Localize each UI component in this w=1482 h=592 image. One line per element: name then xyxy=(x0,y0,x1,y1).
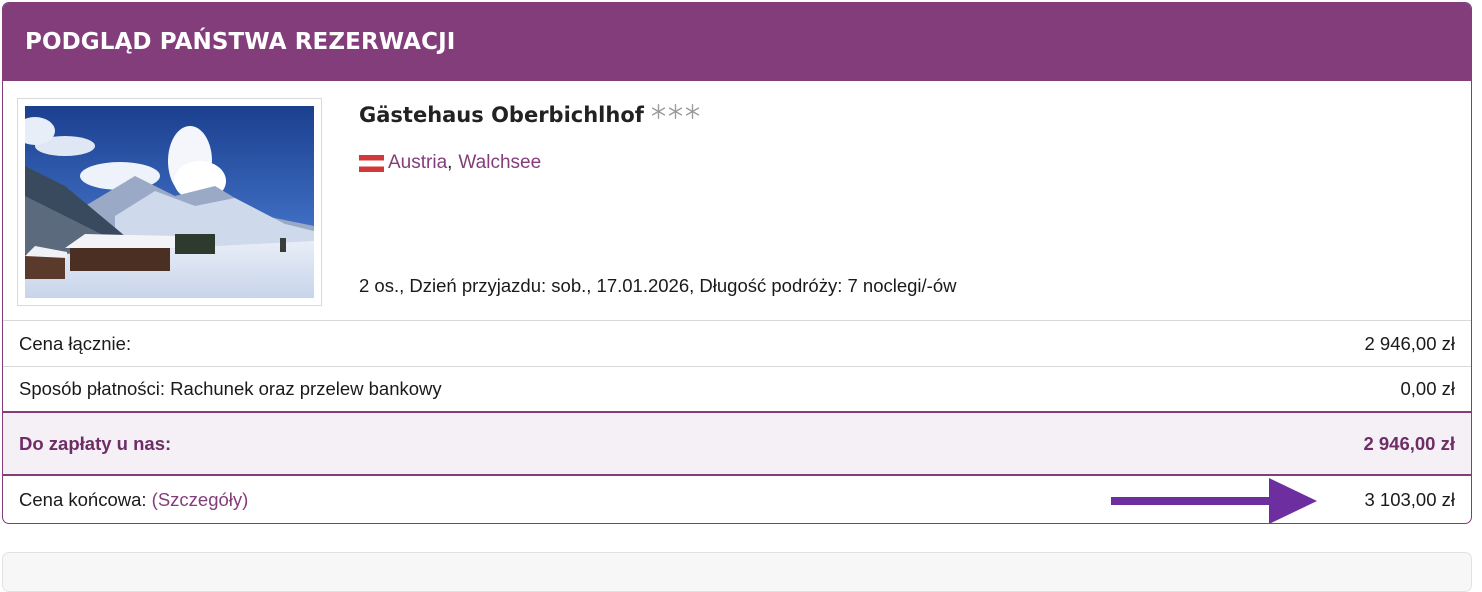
snowflake-icon xyxy=(684,103,701,120)
total-price-label: Cena łącznie: xyxy=(19,332,132,354)
country-link[interactable]: Austria xyxy=(388,152,447,174)
location-separator: , xyxy=(447,152,453,173)
hotel-photo[interactable] xyxy=(17,98,322,306)
payment-method-label: Sposób płatności: Rachunek oraz przelew … xyxy=(19,378,442,399)
arrow-right-icon xyxy=(1111,478,1317,523)
final-price-value: 3 103,00 zł xyxy=(1364,488,1455,510)
snowflake-icon xyxy=(650,103,667,120)
final-price-label: Cena końcowa: xyxy=(19,488,152,510)
page-title: PODGLĄD PAŃSTWA REZERWACJI xyxy=(25,29,456,55)
snowflake-icon xyxy=(667,103,684,120)
total-price-row: Cena łącznie: 2 946,00 zł xyxy=(3,321,1471,367)
hotel-name-row: Gästehaus Oberbichlhof xyxy=(359,103,701,127)
final-price-label-group: Cena końcowa: (Szczegóły) xyxy=(19,489,248,511)
next-section-panel xyxy=(2,552,1472,592)
reservation-preview-card: PODGLĄD PAŃSTWA REZERWACJI Gästehaus Obe… xyxy=(2,2,1472,524)
city-link[interactable]: Walchsee xyxy=(458,152,541,174)
hotel-rating xyxy=(650,103,701,120)
payment-method-value: 0,00 zł xyxy=(1400,378,1455,399)
hotel-name: Gästehaus Oberbichlhof xyxy=(359,103,644,127)
amount-due-label: Do zapłaty u nas: xyxy=(19,432,172,454)
final-price-row: Cena końcowa: (Szczegóły) 3 103,00 zł xyxy=(3,476,1471,523)
hotel-info: Gästehaus Oberbichlhof Austria , Walchse… xyxy=(3,81,1471,321)
amount-due-row: Do zapłaty u nas: 2 946,00 zł xyxy=(3,413,1471,476)
hotel-location: Austria , Walchsee xyxy=(359,152,541,174)
total-price-value: 2 946,00 zł xyxy=(1364,332,1455,354)
final-price-details-link[interactable]: (Szczegóły) xyxy=(152,489,249,510)
card-header: PODGLĄD PAŃSTWA REZERWACJI xyxy=(3,3,1471,81)
trip-details: 2 os., Dzień przyjazdu: sob., 17.01.2026… xyxy=(359,275,957,296)
payment-method-row: Sposób płatności: Rachunek oraz przelew … xyxy=(3,367,1471,413)
amount-due-value: 2 946,00 zł xyxy=(1363,432,1455,454)
hotel-photo-image xyxy=(25,106,314,298)
austria-flag-icon xyxy=(359,154,384,172)
